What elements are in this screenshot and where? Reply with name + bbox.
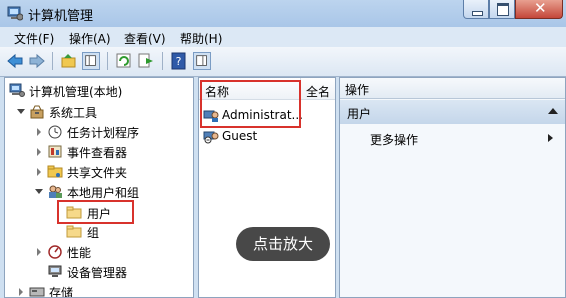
menu-view[interactable]: 查看(V) [124,30,166,47]
actions-header-label: 操作 [345,83,370,97]
tree-item-shared-folders[interactable]: 共享文件夹 [35,163,185,181]
toolbar-separator [162,52,163,70]
menu-action[interactable]: 操作(A) [69,30,111,47]
collapse-arrow-icon[interactable] [17,109,25,114]
tree-label: 任务计划程序 [67,126,140,140]
event-viewer-icon [48,145,62,158]
list-item-guest[interactable]: Guest [203,128,299,146]
tree-label: 组 [87,226,100,240]
tree-item-system-tools[interactable]: 系统工具 [15,103,185,121]
column-header-label: 全名 [306,85,331,99]
tree-item-groups[interactable]: 组 [63,223,123,241]
performance-icon [48,245,62,259]
toolbar-separator [107,52,108,70]
list-item-label: Guest [222,129,258,143]
help-icon[interactable]: ? [170,52,188,70]
tree-label: 共享文件夹 [67,166,128,180]
task-scheduler-icon [48,125,62,139]
collapse-up-icon[interactable] [548,108,558,114]
computer-management-window: 计算机管理 ✕ 文件(F) 操作(A) 查看(V) 帮助(H) ? 计算机管理(… [0,0,566,298]
tree-label: 计算机管理(本地) [29,85,123,99]
tree-item-performance[interactable]: 性能 [35,243,185,261]
tree-item-device-manager[interactable]: 设备管理器 [47,263,187,281]
svg-text:?: ? [176,55,182,68]
highlight-box-list [200,80,301,128]
show-hide-tree-icon[interactable] [82,52,100,70]
window-title: 计算机管理 [28,9,94,24]
expand-arrow-icon[interactable] [37,248,41,256]
up-folder-icon[interactable] [60,52,78,70]
zoom-hint-badge[interactable]: 点击放大 [236,227,330,261]
computer-management-icon [9,83,25,97]
actions-section-label: 用户 [347,107,372,121]
device-manager-icon [48,265,62,277]
actions-section-users[interactable]: 用户 [340,100,565,124]
actions-header: 操作 [340,78,565,99]
tree-item-root[interactable]: 计算机管理(本地) [9,82,189,100]
tree-item-event-viewer[interactable]: 事件查看器 [35,143,185,161]
maximize-button[interactable] [489,0,515,19]
action-label: 更多操作 [370,133,419,147]
toolbar-separator [52,52,53,70]
forward-icon[interactable] [28,52,46,70]
menu-file[interactable]: 文件(F) [14,30,54,47]
user-list: 名称 全名 Administrat... Guest [198,77,336,298]
folder-icon [66,225,82,238]
tree-item-task-scheduler[interactable]: 任务计划程序 [35,123,185,141]
disabled-user-icon [203,131,219,144]
expand-arrow-icon[interactable] [37,168,41,176]
computer-management-icon [7,6,23,21]
expand-arrow-icon[interactable] [37,148,41,156]
shared-folder-icon [47,165,63,178]
back-icon[interactable] [6,52,24,70]
close-button[interactable]: ✕ [515,0,563,19]
tree-label: 存储 [49,286,74,298]
refresh-icon[interactable] [115,52,133,70]
export-list-icon[interactable] [137,52,155,70]
system-tools-icon [30,105,44,119]
column-header-fullname[interactable]: 全名 [301,78,335,100]
close-icon: ✕ [534,0,547,17]
tree-item-storage[interactable]: 存储 [15,283,185,298]
tree-label: 事件查看器 [67,146,128,160]
menu-bar: 文件(F) 操作(A) 查看(V) 帮助(H) [0,27,566,47]
actions-pane: 操作 用户 更多操作 [339,77,566,298]
tree-label: 设备管理器 [67,266,128,280]
expand-arrow-icon[interactable] [19,288,23,296]
users-group-icon [49,185,62,198]
submenu-arrow-icon [548,134,553,142]
tree-label: 性能 [67,246,92,260]
tree-label: 本地用户和组 [67,186,140,200]
tree-item-local-users-groups[interactable]: 本地用户和组 [35,183,185,201]
collapse-arrow-icon[interactable] [35,189,43,194]
minimize-button[interactable] [463,0,489,19]
console-tree: 计算机管理(本地) 系统工具 任务计划程序 事件查看器 共享文件夹 本地用户和组… [4,77,194,298]
action-more-actions[interactable]: 更多操作 [370,130,560,148]
menu-help[interactable]: 帮助(H) [180,30,222,47]
storage-icon [29,287,45,297]
toolbar: ? [0,47,566,77]
show-hide-action-pane-icon[interactable] [193,52,211,70]
expand-arrow-icon[interactable] [37,128,41,136]
highlight-box-users [57,200,134,224]
title-bar: 计算机管理 ✕ [0,0,566,27]
tree-label: 系统工具 [49,106,98,120]
